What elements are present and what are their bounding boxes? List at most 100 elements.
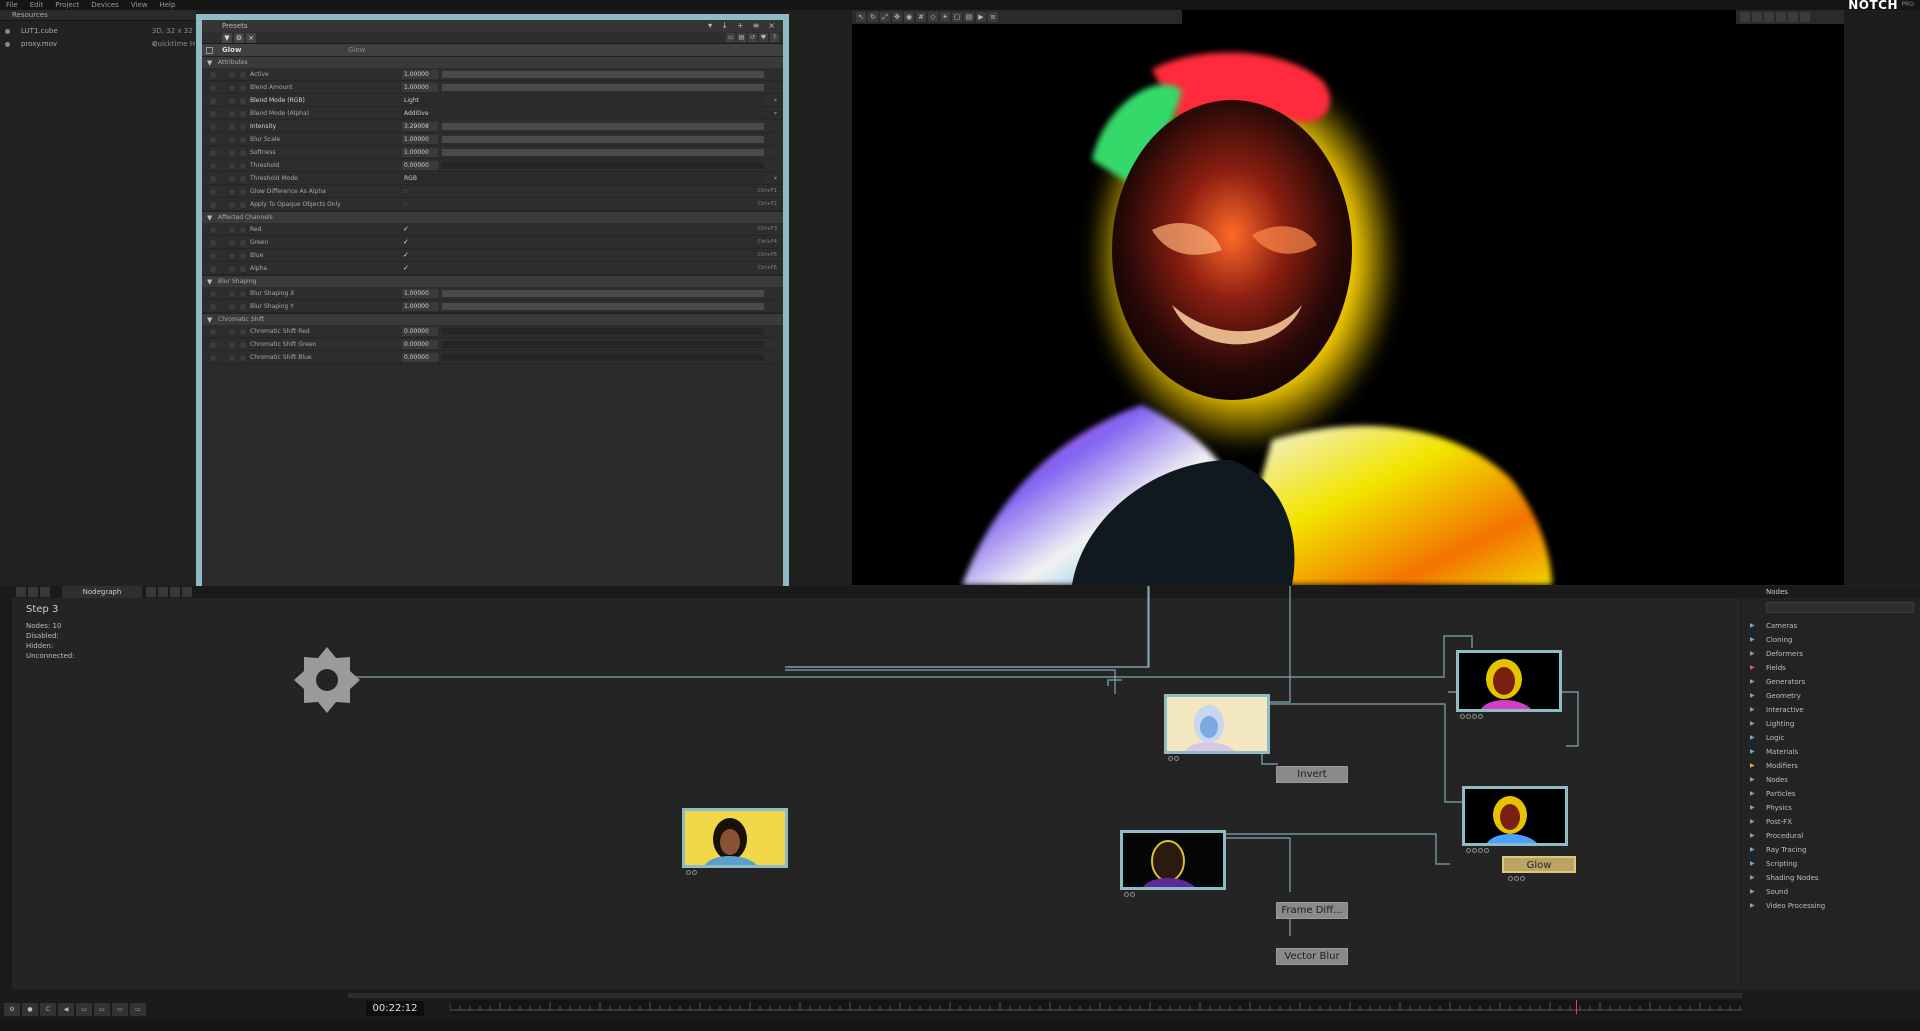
root-node-star-icon[interactable] [292, 645, 362, 715]
node-category-item[interactable]: ▶ Ray Tracing [1742, 843, 1920, 857]
node-category-item[interactable]: ▶ Post-FX [1742, 815, 1920, 829]
clear-icon[interactable]: × [246, 33, 256, 43]
animate-toggle-icon[interactable] [210, 304, 216, 310]
node-frame-diff[interactable]: Frame Diff... [1276, 902, 1348, 919]
node-category-item[interactable]: ▶ Interactive [1742, 703, 1920, 717]
link-toggle-icon[interactable] [240, 266, 246, 272]
animate-toggle-icon[interactable] [210, 150, 216, 156]
property-dropdown[interactable]: Light [402, 96, 762, 105]
node-frame-diff-preview[interactable] [1120, 830, 1226, 890]
menu-view[interactable]: View [131, 0, 148, 10]
property-value-input[interactable]: 3.29008 [402, 122, 438, 131]
link-toggle-icon[interactable] [240, 85, 246, 91]
settings-icon[interactable]: ⚙ [234, 33, 244, 43]
timeline-mode-icon[interactable]: ▭ [76, 1003, 92, 1016]
node-category-item[interactable]: ▶ Scripting [1742, 857, 1920, 871]
screenshot-icon[interactable] [1764, 12, 1774, 22]
node-category-item[interactable]: ▶ Logic [1742, 731, 1920, 745]
curve-icon[interactable]: C [40, 1003, 56, 1016]
link-toggle-icon[interactable] [229, 329, 235, 335]
animate-toggle-icon[interactable] [210, 189, 216, 195]
frame-tool-icon[interactable]: ▢ [952, 12, 962, 22]
link-toggle-icon[interactable] [229, 253, 235, 259]
node-ports[interactable] [1124, 892, 1136, 898]
property-value-input[interactable]: 1.00000 [402, 70, 438, 79]
link-toggle-icon[interactable] [240, 98, 246, 104]
property-checkbox[interactable]: ✓ [403, 264, 411, 273]
link-toggle-icon[interactable] [229, 98, 235, 104]
close-icon[interactable]: × [768, 20, 775, 32]
section-header[interactable]: ▼ Chromatic Shift [202, 313, 783, 325]
resource-item[interactable]: LUT1.cube 3D, 32 x 32 x [0, 25, 196, 48]
animate-toggle-icon[interactable] [210, 98, 216, 104]
node-category-item[interactable]: ▶ Generators [1742, 675, 1920, 689]
download-icon[interactable]: ↓ [721, 20, 728, 32]
timecode-display[interactable]: 00:22:12 [366, 1001, 424, 1016]
node-category-item[interactable]: ▶ Cameras [1742, 619, 1920, 633]
link-toggle-icon[interactable] [240, 227, 246, 233]
property-checkbox[interactable]: ▫ [403, 187, 411, 196]
link-toggle-icon[interactable] [240, 176, 246, 182]
node-category-item[interactable]: ▶ Modifiers [1742, 759, 1920, 773]
property-slider[interactable] [442, 303, 764, 310]
link-toggle-icon[interactable] [229, 291, 235, 297]
animate-toggle-icon[interactable] [210, 72, 216, 78]
link-toggle-icon[interactable] [229, 124, 235, 130]
animate-toggle-icon[interactable] [210, 111, 216, 117]
link-toggle-icon[interactable] [240, 124, 246, 130]
property-slider[interactable] [442, 290, 764, 297]
link-toggle-icon[interactable] [240, 240, 246, 246]
copy-icon[interactable]: ▭ [726, 33, 735, 42]
link-toggle-icon[interactable] [229, 150, 235, 156]
layer-tool-icon[interactable]: ▤ [964, 12, 974, 22]
node-vector-blur[interactable]: Vector Blur [1276, 948, 1348, 965]
link-toggle-icon[interactable] [229, 342, 235, 348]
node-category-item[interactable]: ▶ Cloning [1742, 633, 1920, 647]
node-invert-preview[interactable] [1164, 694, 1270, 754]
property-value-input[interactable]: 1.00000 [402, 302, 438, 311]
node-category-item[interactable]: ▶ Nodes [1742, 773, 1920, 787]
node-category-item[interactable]: ▶ Sound [1742, 885, 1920, 899]
node-category-item[interactable]: ▶ Deformers [1742, 647, 1920, 661]
record-keys-icon[interactable]: ● [22, 1003, 38, 1016]
rotate-tool-icon[interactable]: ↻ [868, 12, 878, 22]
property-slider[interactable] [442, 341, 764, 348]
property-checkbox[interactable]: ✓ [403, 251, 411, 260]
link-toggle-icon[interactable] [229, 189, 235, 195]
property-value-input[interactable]: 0.00000 [402, 161, 438, 170]
resource-item[interactable]: proxy.mov Quicktime H [0, 38, 196, 51]
section-header[interactable]: ▼ Affected Channels [202, 211, 783, 223]
property-value-input[interactable]: 0.00000 [402, 353, 438, 362]
move-tool-icon[interactable]: ✥ [892, 12, 902, 22]
menu-edit[interactable]: Edit [30, 0, 44, 10]
paste-icon[interactable]: ▤ [737, 33, 746, 42]
link-toggle-icon[interactable] [240, 111, 246, 117]
link-toggle-icon[interactable] [229, 85, 235, 91]
link-toggle-icon[interactable] [240, 304, 246, 310]
nodes-search-input[interactable] [1766, 602, 1914, 613]
property-checkbox[interactable]: ▫ [403, 200, 411, 209]
dropdown-arrow-icon[interactable]: ▾ [774, 94, 777, 107]
animate-toggle-icon[interactable] [210, 355, 216, 361]
property-value-input[interactable]: 1.00000 [402, 148, 438, 157]
node-ports[interactable] [1466, 848, 1490, 854]
stats-tool-icon[interactable]: ≡ [988, 12, 998, 22]
link-toggle-icon[interactable] [240, 253, 246, 259]
property-slider[interactable] [442, 162, 764, 169]
timeline-mode-icon[interactable]: ▭ [94, 1003, 110, 1016]
dropdown-icon[interactable]: ▾ [708, 20, 712, 32]
timeline-ruler[interactable] [449, 1000, 1742, 1014]
link-toggle-icon[interactable] [240, 202, 246, 208]
node-category-item[interactable]: ▶ Geometry [1742, 689, 1920, 703]
property-checkbox[interactable]: ✓ [403, 238, 411, 247]
animate-toggle-icon[interactable] [210, 266, 216, 272]
render-viewport[interactable] [852, 10, 1844, 585]
property-value-input[interactable]: 0.00000 [402, 327, 438, 336]
animate-toggle-icon[interactable] [210, 253, 216, 259]
property-checkbox[interactable]: ✓ [403, 225, 411, 234]
link-toggle-icon[interactable] [229, 72, 235, 78]
link-toggle-icon[interactable] [229, 176, 235, 182]
node-category-item[interactable]: ▶ Particles [1742, 787, 1920, 801]
render-tool-icon[interactable]: ▶ [976, 12, 986, 22]
overlay-icon[interactable] [1788, 12, 1798, 22]
